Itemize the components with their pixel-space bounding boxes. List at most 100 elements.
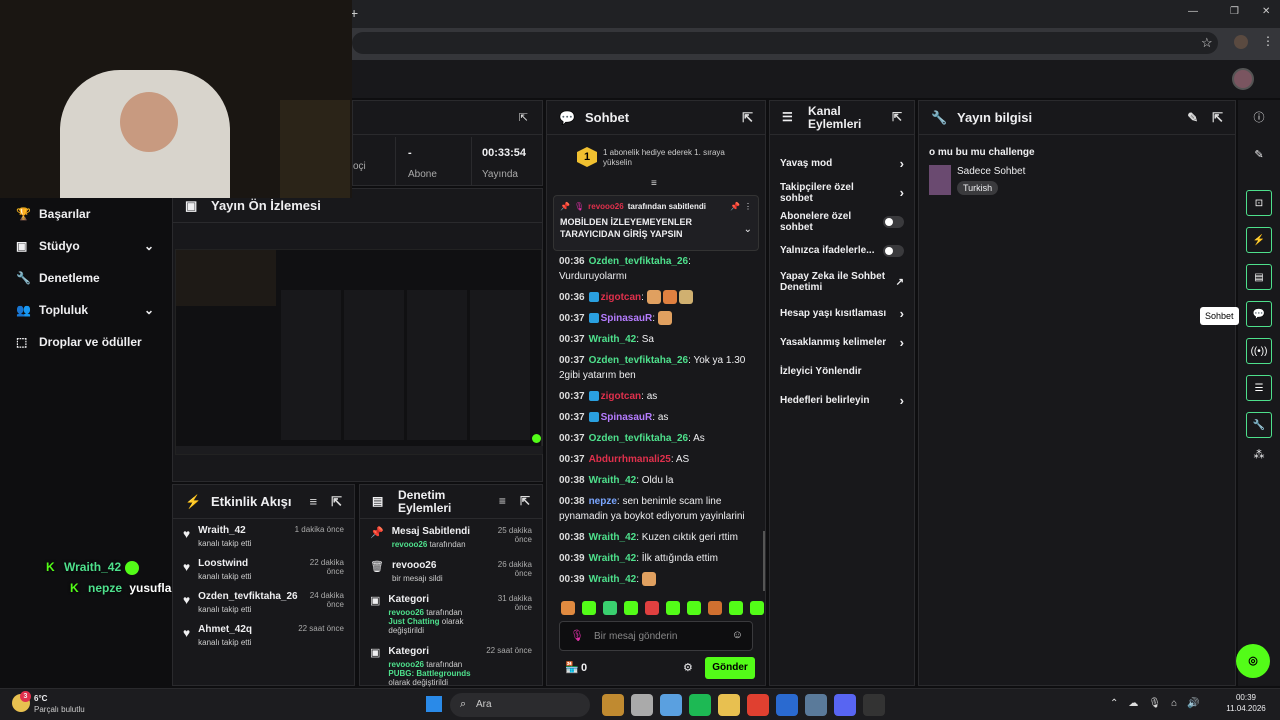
steam-app-icon[interactable] xyxy=(805,694,827,716)
quick-emote[interactable] xyxy=(645,601,659,615)
channel-action-item[interactable]: Yavaş mod › xyxy=(770,149,914,178)
pinned-message[interactable]: 📌 🎙 revooo26 tarafından sabitlendi 📌 ⋮ M… xyxy=(553,195,759,251)
mod-action-item[interactable]: 🗑 revooo26 bir mesajı sildi 26 dakika önce xyxy=(360,553,542,587)
chat-input[interactable]: 🎙 Bir mesaj gönderin ☺ xyxy=(559,621,753,651)
quick-emote[interactable] xyxy=(687,601,701,615)
quick-emote[interactable] xyxy=(582,601,596,615)
edit-pencil-icon[interactable]: ✎ xyxy=(1187,110,1198,126)
popout-icon[interactable]: ⇱ xyxy=(331,494,342,510)
store-app-icon[interactable] xyxy=(660,694,682,716)
popout-icon[interactable]: ⇱ xyxy=(892,111,902,124)
toggle-switch[interactable] xyxy=(883,244,904,257)
channel-action-item[interactable]: Yalnızca ifadelerle... xyxy=(770,236,914,265)
more-icon[interactable]: ⋮ xyxy=(744,202,752,211)
sidebar-item-studio[interactable]: ▣ Stüdyo ⌄ xyxy=(0,230,172,262)
popout-icon[interactable]: ⇱ xyxy=(1212,110,1223,126)
taskbar-search[interactable]: ⌕ Ara xyxy=(450,693,590,717)
discord-app-icon[interactable] xyxy=(834,694,856,716)
log-icon[interactable]: ▤ xyxy=(1246,264,1272,290)
quick-emote[interactable] xyxy=(561,601,575,615)
sliders-icon[interactable]: ☰ xyxy=(1246,375,1272,401)
cloud-icon[interactable]: ☁ xyxy=(1128,698,1138,709)
chat-username[interactable]: Wraith_42 xyxy=(589,574,637,585)
chat-message[interactable]: 00:39nepze: yusufla oyniycaz biz sen gel… xyxy=(547,590,759,591)
toggle-switch[interactable] xyxy=(883,215,904,228)
folder-app-icon[interactable] xyxy=(718,694,740,716)
gift-banner[interactable]: 1 abonelik hediye ederek 1. sıraya yükse… xyxy=(603,148,753,168)
chat-username[interactable]: zigotcan xyxy=(601,292,642,303)
quick-emote[interactable] xyxy=(624,601,638,615)
emoji-icon[interactable]: ☺ xyxy=(732,629,743,641)
gear-icon[interactable]: ⚙ xyxy=(683,661,693,674)
channel-action-item[interactable]: Abonelere özel sohbet xyxy=(770,207,914,236)
chat-message[interactable]: 00:37 SpinasauR: as xyxy=(547,407,759,428)
mic-icon[interactable]: 🎙 xyxy=(1148,698,1161,709)
filter-icon[interactable]: ≡ xyxy=(310,494,318,510)
chat-username[interactable]: nepze xyxy=(589,496,617,507)
channel-action-item[interactable]: İzleyici Yönlendir xyxy=(770,357,914,386)
chat-username[interactable]: Ozden_tevfiktaha_26 xyxy=(589,433,689,444)
sidebar-item-drops[interactable]: ⬚ Droplar ve ödüller xyxy=(0,326,172,358)
chat-username[interactable]: SpinasauR xyxy=(601,412,653,423)
activity-item[interactable]: ♥ Loostwind kanalı takip etti 22 dakika önc… xyxy=(173,552,354,585)
channel-action-item[interactable]: Hedefleri belirleyin › xyxy=(770,386,914,415)
chevron-up-icon[interactable]: ⌃ xyxy=(1110,698,1118,709)
quick-emote[interactable] xyxy=(708,601,722,615)
file-app-icon[interactable] xyxy=(631,694,653,716)
chat-message[interactable]: 00:37 Abdurrhmanali25: AS xyxy=(547,449,759,470)
chat-message[interactable]: 00:39 Wraith_42: İlk attığında ettim xyxy=(547,548,759,569)
spotify-app-icon[interactable] xyxy=(689,694,711,716)
channel-action-item[interactable]: Yasaklanmış kelimeler › xyxy=(770,328,914,357)
sidebar-item-community[interactable]: 👥 Topluluk ⌄ xyxy=(0,294,172,326)
popout-icon[interactable]: ⇱ xyxy=(519,111,528,124)
activity-item[interactable]: ♥ Ahmet_42q kanalı takip etti 22 saat önce xyxy=(173,618,354,651)
capture-icon[interactable]: ⊡ xyxy=(1246,190,1272,216)
chat-message[interactable]: 00:38 Wraith_42: Kuzen cıktık geri rttim xyxy=(547,527,759,548)
unpin-icon[interactable]: 📌 xyxy=(730,202,740,211)
maximize-icon[interactable]: ❐ xyxy=(1230,6,1239,17)
chrome-app-icon[interactable] xyxy=(747,694,769,716)
mod-action-item[interactable]: ▣ Kategori revooo26 tarafından Just Chatti… xyxy=(360,587,542,639)
help-icon[interactable]: ◎ xyxy=(1236,644,1270,678)
apps-icon[interactable]: ⁂ xyxy=(1238,448,1280,461)
mic-icon[interactable]: 🎙 xyxy=(570,629,584,642)
activity-item[interactable]: ♥ Wraith_42 kanalı takip etti 1 dakika önce xyxy=(173,519,354,552)
chat-message[interactable]: 00:37 zigotcan: as xyxy=(547,386,759,407)
chat-message[interactable]: 00:37 Ozden_tevfiktaha_26: As xyxy=(547,428,759,449)
broadcast-icon[interactable]: ((•)) xyxy=(1246,338,1272,364)
mod-action-item[interactable]: ▣ Kategori revooo26 tarafından PUBG: Battl… xyxy=(360,639,542,691)
channel-action-item[interactable]: Takipçilere özel sohbet › xyxy=(770,178,914,207)
chat-message[interactable]: 00:38 Wraith_42: Oldu la xyxy=(547,470,759,491)
filter-icon[interactable]: ≡ xyxy=(499,495,506,508)
mod-action-item[interactable]: 📌 Mesaj Sabitlendi revooo26 tarafından 25 d… xyxy=(360,519,542,553)
menu-dots-icon[interactable]: ⋮ xyxy=(1262,34,1274,48)
chevron-down-icon[interactable]: ⌄ xyxy=(744,224,752,235)
quick-emote[interactable] xyxy=(729,601,743,615)
edit-pencil-icon[interactable]: ✎ xyxy=(1238,134,1280,174)
minimize-icon[interactable]: — xyxy=(1188,6,1198,17)
bookmark-star-icon[interactable]: ☆ xyxy=(1201,35,1213,51)
channel-action-item[interactable]: Hesap yaşı kısıtlaması › xyxy=(770,299,914,328)
quick-emote[interactable] xyxy=(750,601,764,615)
chat-message[interactable]: 00:38 nepze: sen benimle scam line pynama… xyxy=(547,491,759,527)
chat-message[interactable]: 00:37 Wraith_42: Sa xyxy=(547,329,759,350)
chat-username[interactable]: Ozden_tevfiktaha_26 xyxy=(589,256,689,267)
yellow-app-icon[interactable] xyxy=(602,694,624,716)
close-icon[interactable]: ✕ xyxy=(1262,6,1270,17)
chat-username[interactable]: Ozden_tevfiktaha_26 xyxy=(589,355,689,366)
activity-item[interactable]: ♥ Ozden_tevfiktaha_26 kanalı takip etti 24 … xyxy=(173,585,354,618)
chat-message[interactable]: 00:37 Ozden_tevfiktaha_26: Yok ya 1.30 2g… xyxy=(547,350,759,386)
popout-icon[interactable]: ⇱ xyxy=(520,495,530,508)
quick-emote[interactable] xyxy=(666,601,680,615)
sidebar-item-achievements[interactable]: 🏆 Başarılar xyxy=(0,198,172,230)
windows-start-icon[interactable] xyxy=(426,696,442,712)
send-button[interactable]: Gönder xyxy=(705,657,755,679)
chat-message[interactable]: 00:36 zigotcan: xyxy=(547,287,759,308)
store-icon[interactable]: 🏪 xyxy=(565,661,579,674)
chat-username[interactable]: Wraith_42 xyxy=(589,553,637,564)
chat-username[interactable]: Abdurrhmanali25 xyxy=(589,454,671,465)
bolt-icon[interactable]: ⚡ xyxy=(1246,227,1272,253)
chat-message[interactable]: 00:39 Wraith_42: xyxy=(547,569,759,590)
chat-bubble-icon[interactable]: 💬 xyxy=(1246,301,1272,327)
profile-avatar[interactable] xyxy=(1234,35,1248,49)
